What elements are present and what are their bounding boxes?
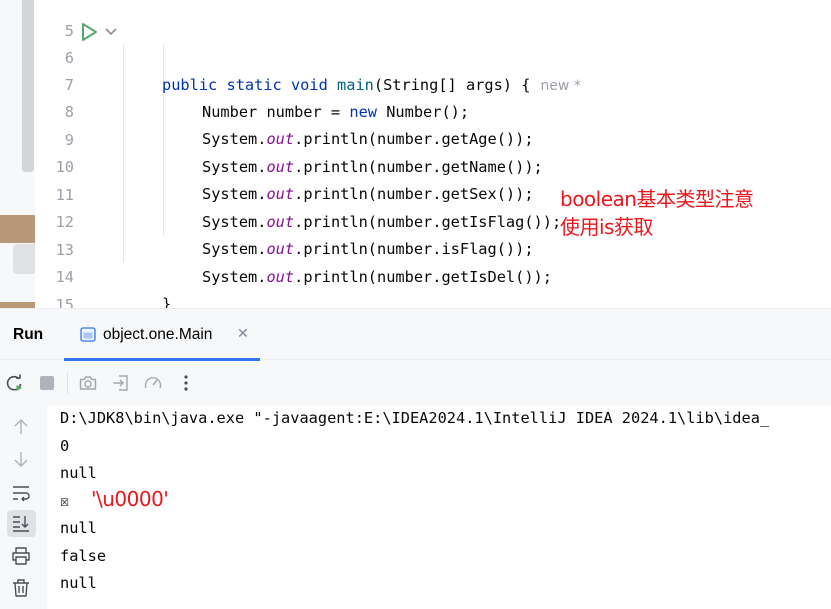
project-panel-edge bbox=[0, 0, 35, 308]
run-tool-window-header: Run object.one.Main ✕ bbox=[0, 308, 831, 361]
code-line: 13 System.out.println(number.getIsDel())… bbox=[40, 210, 831, 286]
console-output[interactable]: D:\JDK8\bin\java.exe "-javaagent:E:\IDEA… bbox=[47, 405, 831, 609]
console-line: false bbox=[60, 547, 107, 565]
code-line: 11 System.out.println(number.getIsFlag()… bbox=[40, 155, 831, 231]
login-icon[interactable] bbox=[111, 373, 131, 393]
code-line: 16 bbox=[40, 292, 831, 308]
code-line: 14 } bbox=[40, 237, 831, 308]
run-config-tab[interactable]: object.one.Main ✕ bbox=[64, 309, 260, 361]
run-gutter-icon[interactable] bbox=[80, 22, 98, 42]
annotation-char-default: '\u0000' bbox=[91, 487, 169, 511]
annotation-is-getter-note: 使用is获取 bbox=[560, 215, 653, 239]
console-line: null bbox=[60, 464, 97, 482]
console-line: ☒ bbox=[60, 492, 70, 510]
code-line: 5 bbox=[40, 0, 831, 40]
more-vertical-icon[interactable] bbox=[176, 373, 196, 393]
print-icon[interactable] bbox=[10, 545, 32, 567]
run-tab-label: object.one.Main bbox=[103, 326, 213, 343]
console-line: null bbox=[60, 574, 97, 592]
console-line: D:\JDK8\bin\java.exe "-javaagent:E:\IDEA… bbox=[60, 409, 770, 427]
toolbar-separator bbox=[67, 372, 68, 394]
console-line: null bbox=[60, 519, 97, 537]
project-panel-item[interactable] bbox=[13, 244, 35, 274]
console-side-toolbar bbox=[0, 405, 47, 609]
code-line: 7 Number number = new Number(); bbox=[40, 45, 831, 121]
console-line: 0 bbox=[60, 437, 70, 455]
fold-chevron-icon[interactable] bbox=[104, 26, 118, 38]
close-icon[interactable]: ✕ bbox=[237, 326, 249, 342]
scroll-to-end-icon[interactable] bbox=[10, 512, 32, 534]
code-editor[interactable]: 5 6 public static void main(String[] arg… bbox=[0, 0, 831, 308]
gauge-icon[interactable] bbox=[143, 373, 163, 393]
run-toolbar bbox=[0, 361, 831, 405]
camera-icon[interactable] bbox=[78, 373, 98, 393]
code-line: 10 System.out.println(number.getSex()); bbox=[40, 127, 831, 203]
console-icon bbox=[80, 327, 96, 342]
arrow-down-icon[interactable] bbox=[10, 448, 32, 470]
code-line: 8 System.out.println(number.getAge()); bbox=[40, 72, 831, 148]
code-line: 9 System.out.println(number.getName()); bbox=[40, 100, 831, 176]
trash-icon[interactable] bbox=[10, 577, 32, 599]
code-line: 15 } bbox=[40, 265, 831, 308]
project-panel-scrollbar[interactable] bbox=[22, 0, 34, 172]
code-line: 6 public static void main(String[] args)… bbox=[40, 18, 831, 94]
soft-wrap-icon[interactable] bbox=[10, 482, 32, 504]
stop-icon[interactable] bbox=[37, 373, 57, 393]
rerun-icon[interactable] bbox=[4, 373, 24, 393]
arrow-up-icon[interactable] bbox=[10, 416, 32, 438]
run-panel-title[interactable]: Run bbox=[13, 326, 43, 344]
project-panel-selection bbox=[0, 215, 35, 243]
annotation-boolean-note: boolean基本类型注意 bbox=[560, 187, 754, 211]
